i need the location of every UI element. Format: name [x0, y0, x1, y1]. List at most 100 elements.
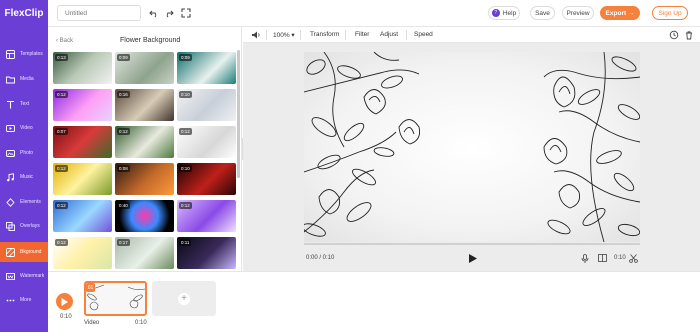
background-thumbnail[interactable]: 0:17 — [115, 237, 174, 269]
timeline-play-button[interactable] — [56, 293, 73, 310]
transform-button[interactable]: Transform — [310, 31, 339, 38]
save-button[interactable]: Save — [530, 6, 555, 20]
toolbar-divider — [266, 30, 267, 40]
project-title-input[interactable] — [57, 5, 141, 21]
video-canvas[interactable] — [304, 52, 640, 242]
toolbar-divider — [300, 30, 301, 40]
redo-icon[interactable] — [163, 7, 174, 18]
thumbnail-duration: 0:12 — [55, 202, 68, 209]
background-thumbnail[interactable]: 0:40 — [115, 200, 174, 232]
trash-icon[interactable] — [684, 30, 694, 40]
sidebar-item-media[interactable]: Media — [0, 69, 48, 89]
panel-title: Flower Background — [120, 37, 181, 44]
background-thumbnail[interactable]: 0:10 — [177, 163, 236, 195]
watermark-icon — [6, 272, 15, 281]
adjust-button[interactable]: Adjust — [380, 31, 398, 38]
sidebar-item-photo[interactable]: Photo — [0, 143, 48, 163]
zoom-select[interactable]: 100% ▾ — [273, 31, 295, 39]
signup-button[interactable]: Sign Up — [652, 6, 688, 20]
back-button[interactable]: ‹ Back — [56, 38, 73, 44]
background-thumbnail[interactable]: 0:12 — [177, 126, 236, 158]
play-icon — [61, 297, 68, 306]
background-thumbnail[interactable]: 0:11 — [177, 237, 236, 269]
sidebar-item-more[interactable]: More — [0, 290, 48, 310]
thumbnail-duration: 0:12 — [55, 165, 68, 172]
more-icon — [6, 296, 15, 305]
history-icon[interactable] — [669, 30, 679, 40]
save-label: Save — [535, 9, 550, 17]
text-icon — [6, 100, 15, 109]
preview-button[interactable]: Preview — [562, 6, 594, 20]
background-thumbnail[interactable]: 0:12 — [177, 200, 236, 232]
app-logo[interactable]: FlexClip — [0, 0, 48, 27]
logo-text: FlexClip — [4, 8, 44, 19]
clip-duration: 0:10 — [135, 320, 147, 326]
sidebar-item-watermark[interactable]: Watermark — [0, 266, 48, 286]
speed-button[interactable]: Speed — [414, 31, 433, 38]
clip-number-badge: 01 — [86, 283, 95, 292]
panel-scrollbar[interactable] — [237, 50, 240, 178]
sidebar-item-overlays[interactable]: Overlays — [0, 216, 48, 236]
background-thumbnail[interactable]: 0:09 — [115, 52, 174, 84]
help-label: Help — [502, 9, 517, 17]
playback-progress[interactable] — [304, 243, 640, 245]
background-thumbnail[interactable]: 0:12 — [115, 126, 174, 158]
add-clip-button[interactable]: + — [152, 281, 216, 316]
fullscreen-icon[interactable] — [180, 7, 191, 18]
photo-icon — [6, 149, 15, 158]
background-thumbnail[interactable]: 0:08 — [115, 163, 174, 195]
thumbnail-duration: 0:11 — [179, 239, 192, 246]
thumbnail-duration: 0:08 — [117, 165, 130, 172]
sidebar-item-label: Elements — [20, 199, 41, 205]
chevron-down-icon: ▾ — [289, 32, 295, 39]
background-thumbnail[interactable]: 0:07 — [53, 126, 112, 158]
thumbnail-duration: 0:12 — [55, 239, 68, 246]
sidebar-item-text[interactable]: Text — [0, 94, 48, 114]
sidebar-item-templates[interactable]: Templates — [0, 44, 48, 64]
sidebar-item-label: Photo — [20, 150, 34, 156]
thumbnail-duration: 0:10 — [179, 165, 192, 172]
back-label: Back — [59, 38, 74, 44]
background-icon — [6, 247, 15, 257]
microphone-icon[interactable] — [580, 253, 590, 263]
video-icon — [6, 124, 15, 133]
sidebar-item-bkground[interactable]: Bkground — [0, 242, 48, 262]
scissors-icon[interactable] — [628, 253, 638, 263]
background-thumbnail[interactable]: 0:12 — [53, 163, 112, 195]
background-thumbnail[interactable]: 0:16 — [115, 89, 174, 121]
export-button[interactable]: Export → — [600, 6, 640, 20]
sidebar-item-label: Overlays — [20, 223, 40, 229]
undo-icon[interactable] — [148, 7, 159, 18]
elements-icon — [6, 197, 15, 207]
help-button[interactable]: ? Help — [488, 6, 520, 20]
background-thumbnail[interactable]: 0:12 — [53, 89, 112, 121]
thumbnail-duration: 0:09 — [117, 54, 130, 61]
overlays-icon — [6, 221, 15, 231]
preview-label: Preview — [566, 9, 590, 17]
filter-button[interactable]: Filter — [355, 31, 369, 38]
play-icon[interactable] — [468, 253, 478, 263]
background-thumbnail[interactable]: 0:12 — [53, 237, 112, 269]
background-thumbnail[interactable]: 0:13 — [53, 52, 112, 84]
thumbnail-duration: 0:12 — [55, 91, 68, 98]
sidebar-item-label: Templates — [20, 51, 43, 57]
split-screen-icon[interactable] — [597, 253, 607, 263]
toolbar-divider — [406, 30, 407, 40]
flower-sketch-image — [304, 52, 640, 242]
thumbnail-duration: 0:40 — [117, 202, 130, 209]
thumbnail-duration: 0:10 — [179, 91, 192, 98]
sidebar-item-elements[interactable]: Elements — [0, 192, 48, 212]
sidebar-item-video[interactable]: Video — [0, 118, 48, 138]
sidebar-item-label: Video — [20, 125, 33, 131]
export-label: Export → — [605, 9, 635, 17]
signup-label: Sign Up — [658, 9, 682, 17]
volume-icon[interactable] — [251, 30, 261, 40]
sidebar-item-label: Bkground — [20, 249, 42, 255]
background-thumbnail[interactable]: 0:09 — [177, 52, 236, 84]
sidebar-item-label: More — [20, 297, 32, 303]
background-thumbnail[interactable]: 0:12 — [53, 200, 112, 232]
background-thumbnail[interactable]: 0:10 — [177, 89, 236, 121]
timeline-time: 0:10 — [60, 314, 72, 320]
thumbnail-duration: 0:16 — [117, 91, 130, 98]
sidebar-item-music[interactable]: Music — [0, 167, 48, 187]
